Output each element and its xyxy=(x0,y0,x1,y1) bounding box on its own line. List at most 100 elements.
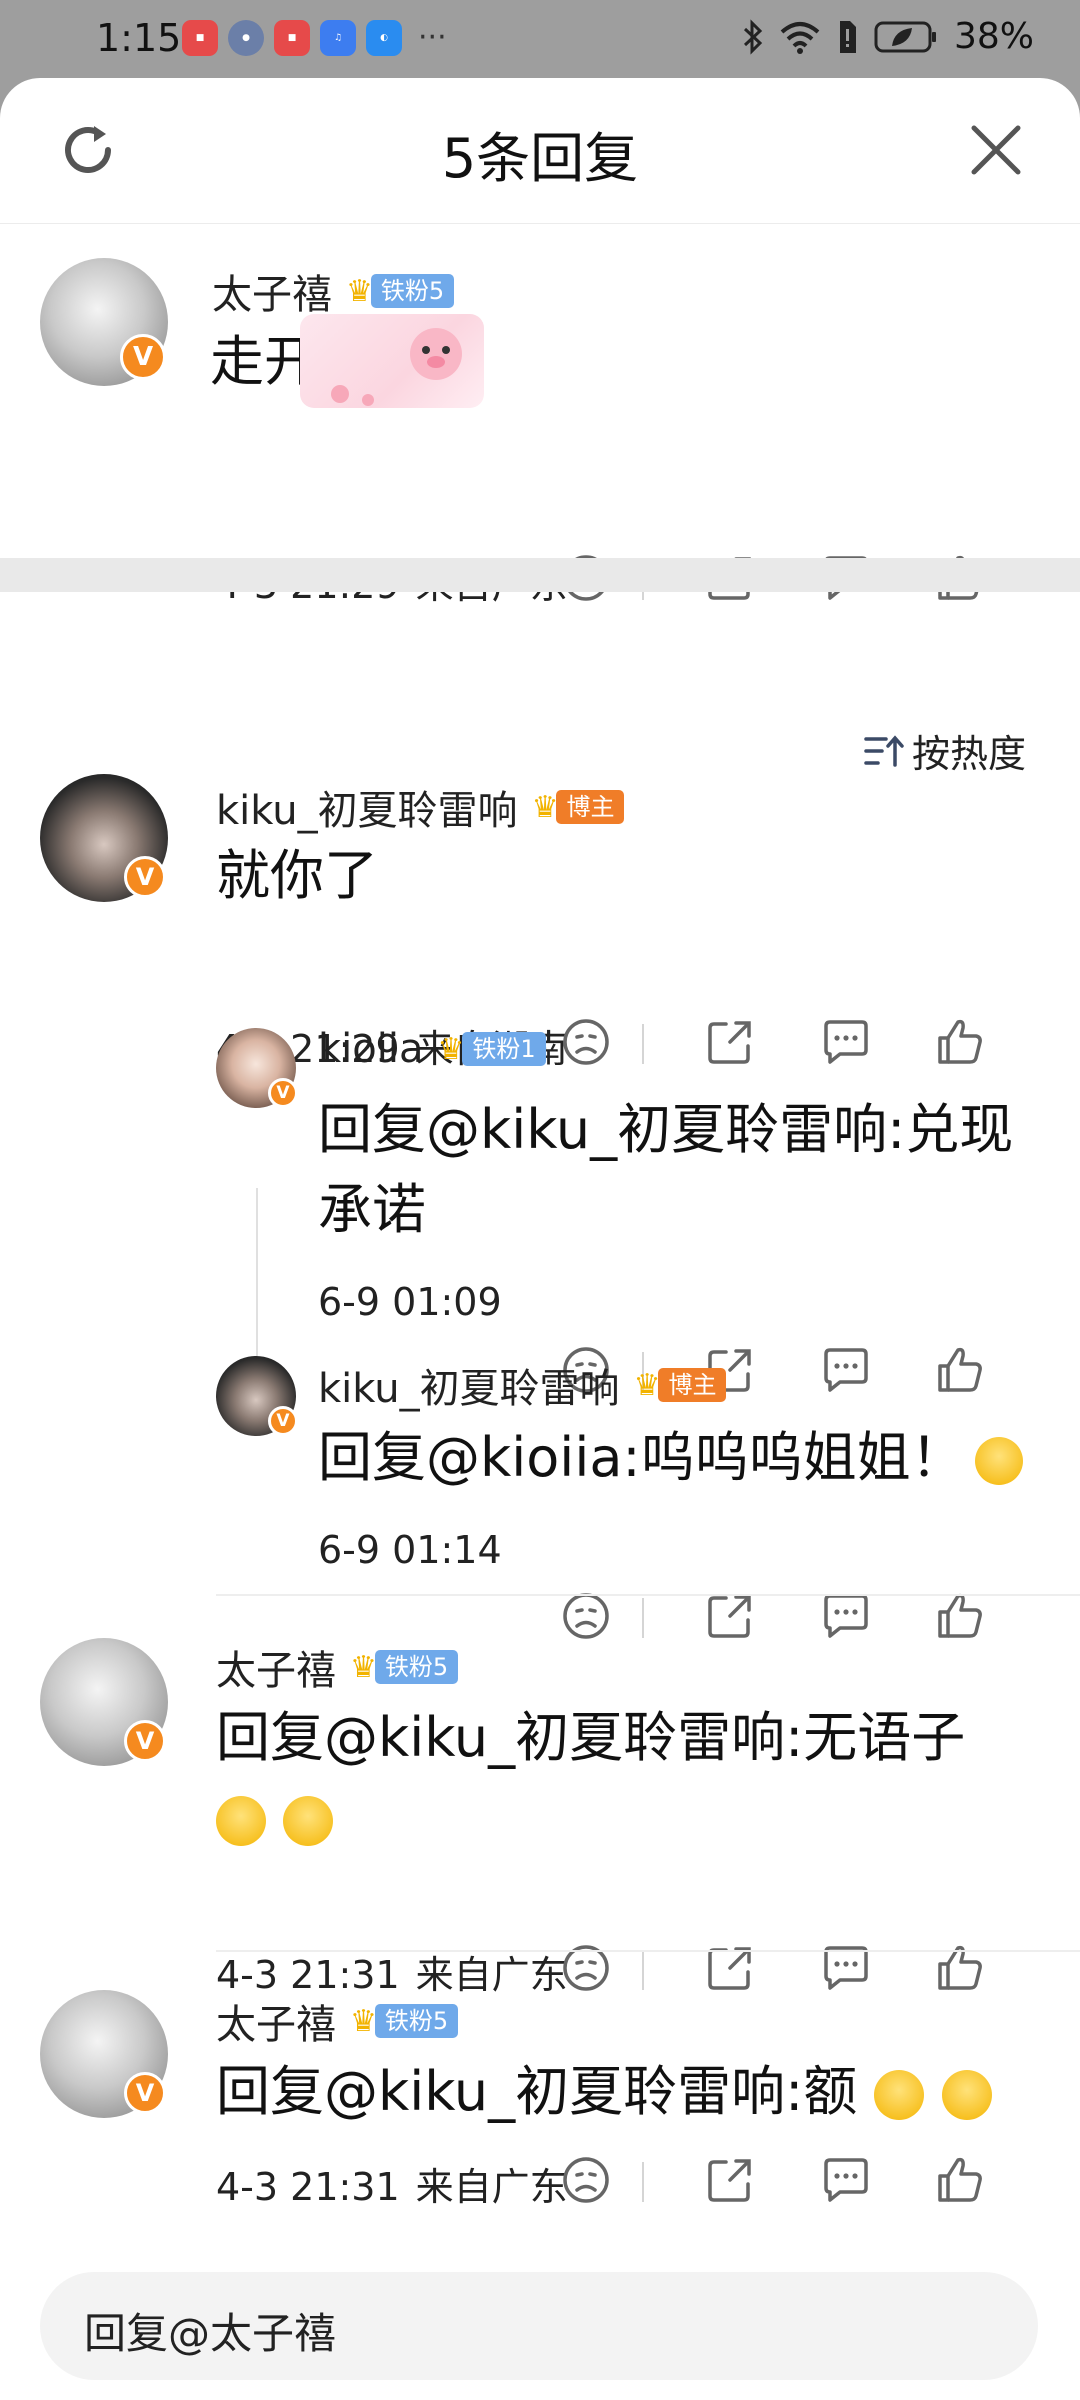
username-text: 太子禧 xyxy=(216,1648,336,1694)
divider xyxy=(642,1024,644,1064)
username-text: 太子禧 xyxy=(212,272,332,318)
avatar[interactable]: V xyxy=(40,774,168,902)
comment-time: 6-9 01:09 xyxy=(318,1280,502,1324)
notification-icons: ■ ● ■ ♫ ◐ ··· xyxy=(182,20,447,56)
page-title: 5条回复 xyxy=(441,127,639,190)
sort-icon xyxy=(864,734,904,767)
username-text: kiku_初夏聆雷响 xyxy=(216,788,518,834)
divider xyxy=(642,2162,644,2202)
username[interactable]: 太子禧 ♛ 铁粉5 xyxy=(216,1992,459,2050)
avatar[interactable]: V xyxy=(40,258,168,386)
smirk-emoji-icon xyxy=(874,2070,925,2121)
comment-meta: 4-3 21:31 来自广东 xyxy=(216,1944,568,1999)
dislike-face-icon[interactable] xyxy=(556,1012,616,1072)
like-icon[interactable] xyxy=(930,1012,990,1072)
sort-label: 按热度 xyxy=(911,732,1026,776)
avatar[interactable]: V xyxy=(40,1990,168,2118)
crown-icon: ♛ xyxy=(531,789,559,825)
comment-actions xyxy=(520,1012,1080,1072)
speechless-emoji-icon xyxy=(216,1796,266,1847)
comment-icon[interactable] xyxy=(816,1938,876,1998)
more-notifications-icon: ··· xyxy=(418,20,447,55)
avatar[interactable]: V xyxy=(216,1028,298,1108)
music-icon: ♫ xyxy=(320,20,356,56)
status-time: 1:15 xyxy=(96,16,182,60)
sim-alert-icon xyxy=(839,20,856,53)
avatar[interactable]: V xyxy=(40,1638,168,1766)
like-icon[interactable] xyxy=(930,2150,990,2210)
comment-text-content: 回复@kiku_初夏聆雷响:额 xyxy=(216,2060,858,2123)
verified-badge-icon: V xyxy=(120,334,166,380)
crown-icon: ♛ xyxy=(350,2003,377,2039)
comment-meta: 6-9 01:09 xyxy=(318,1280,502,1324)
dislike-face-icon[interactable] xyxy=(556,2150,616,2210)
comment-text: 回复@kiku_初夏聆雷响:兑现承诺 xyxy=(318,1098,1014,1241)
comment-icon[interactable] xyxy=(816,1012,876,1072)
fan-badge: 铁粉5 xyxy=(370,274,455,308)
username[interactable]: 太子禧 ♛ 铁粉5 xyxy=(212,262,455,320)
replies-sheet: 5条回复 V 太子禧 ♛ 铁粉5 走开点 4-3 21:29来自广东 xyxy=(0,78,1080,2400)
avatar[interactable]: V xyxy=(216,1356,298,1436)
close-icon[interactable] xyxy=(968,122,1024,178)
verified-badge-icon: V xyxy=(268,1406,298,1436)
comment-text-content: 回复@kiku_初夏聆雷响:无语子 xyxy=(216,1706,966,1769)
verified-badge-icon: V xyxy=(268,1078,298,1108)
blogger-badge: 博主 xyxy=(556,790,625,824)
username-text: kiku_初夏聆雷响 xyxy=(318,1366,620,1412)
username-text: kioiia xyxy=(318,1026,424,1072)
huawei-store-icon: ■ xyxy=(182,20,218,56)
comment-time: 6-9 01:14 xyxy=(318,1528,502,1572)
verified-badge-icon: V xyxy=(124,2072,166,2114)
status-bar: 1:15 ■ ● ■ ♫ ◐ ··· 38% xyxy=(0,0,1080,78)
verified-badge-icon: V xyxy=(124,1720,166,1762)
crown-icon: ♛ xyxy=(346,273,373,309)
comment-meta: 4-3 21:31 来自广东 xyxy=(216,2156,568,2211)
verified-badge-icon: V xyxy=(124,856,166,898)
crying-emoji-icon xyxy=(974,1437,1023,1486)
username[interactable]: kioiia ♛ 铁粉1 xyxy=(318,1026,546,1072)
dislike-face-icon[interactable] xyxy=(556,1938,616,1998)
blogger-badge: 博主 xyxy=(658,1368,727,1402)
username[interactable]: kiku_初夏聆雷响 ♛ 博主 xyxy=(216,778,625,836)
sheet-header: 5条回复 xyxy=(0,78,1080,224)
comment-text: 就你了 xyxy=(216,844,378,907)
comment-meta: 6-9 01:14 xyxy=(318,1528,502,1572)
comment-text: 回复@kiku_初夏聆雷响:额 xyxy=(216,2052,1036,2132)
comment-time: 4-3 21:31 xyxy=(216,2165,400,2209)
separator xyxy=(216,1594,1080,1596)
divider xyxy=(642,1598,644,1638)
comment-text: 回复@kiku_初夏聆雷响:无语子 xyxy=(216,1698,1036,1858)
fan-badge: 铁粉5 xyxy=(374,1650,459,1684)
comment-text-content: 回复@kioiia:呜呜呜姐姐！ xyxy=(318,1426,965,1489)
comment-text: 回复@kioiia:呜呜呜姐姐！ xyxy=(318,1418,1048,1498)
sticker-image xyxy=(300,314,484,408)
crown-icon: ♛ xyxy=(633,1367,661,1403)
battery-icon xyxy=(874,21,936,52)
share-icon[interactable] xyxy=(700,1012,760,1072)
fan-badge: 铁粉5 xyxy=(374,2004,459,2038)
wifi-icon xyxy=(780,21,820,54)
comment-icon[interactable] xyxy=(816,1340,876,1400)
crown-icon: ♛ xyxy=(350,1649,377,1685)
username[interactable]: 太子禧 ♛ 铁粉5 xyxy=(216,1638,459,1696)
like-icon[interactable] xyxy=(930,1938,990,1998)
section-divider xyxy=(0,558,1080,592)
separator xyxy=(216,1950,1080,1952)
comment-actions xyxy=(520,2150,1080,2210)
share-icon[interactable] xyxy=(700,1938,760,1998)
comment-time: 4-3 21:31 xyxy=(216,1953,400,1997)
comment-icon[interactable] xyxy=(816,2150,876,2210)
username[interactable]: kiku_初夏聆雷响 ♛ 博主 xyxy=(318,1356,727,1414)
sort-by-hot-button[interactable]: 按热度 xyxy=(864,723,1026,778)
share-icon[interactable] xyxy=(700,2150,760,2210)
browser-icon: ◐ xyxy=(366,20,402,56)
smirk-emoji-icon xyxy=(941,2070,992,2121)
huawei-store-icon: ■ xyxy=(274,20,310,56)
username-text: 太子禧 xyxy=(216,2002,336,2048)
like-icon[interactable] xyxy=(930,1340,990,1400)
bluetooth-icon xyxy=(743,18,763,55)
status-right: 38% xyxy=(742,16,1034,57)
reply-input[interactable]: 回复@太子禧 xyxy=(40,2272,1038,2380)
comment-actions xyxy=(520,1938,1080,1998)
reply-placeholder: 回复@太子禧 xyxy=(84,2309,337,2358)
